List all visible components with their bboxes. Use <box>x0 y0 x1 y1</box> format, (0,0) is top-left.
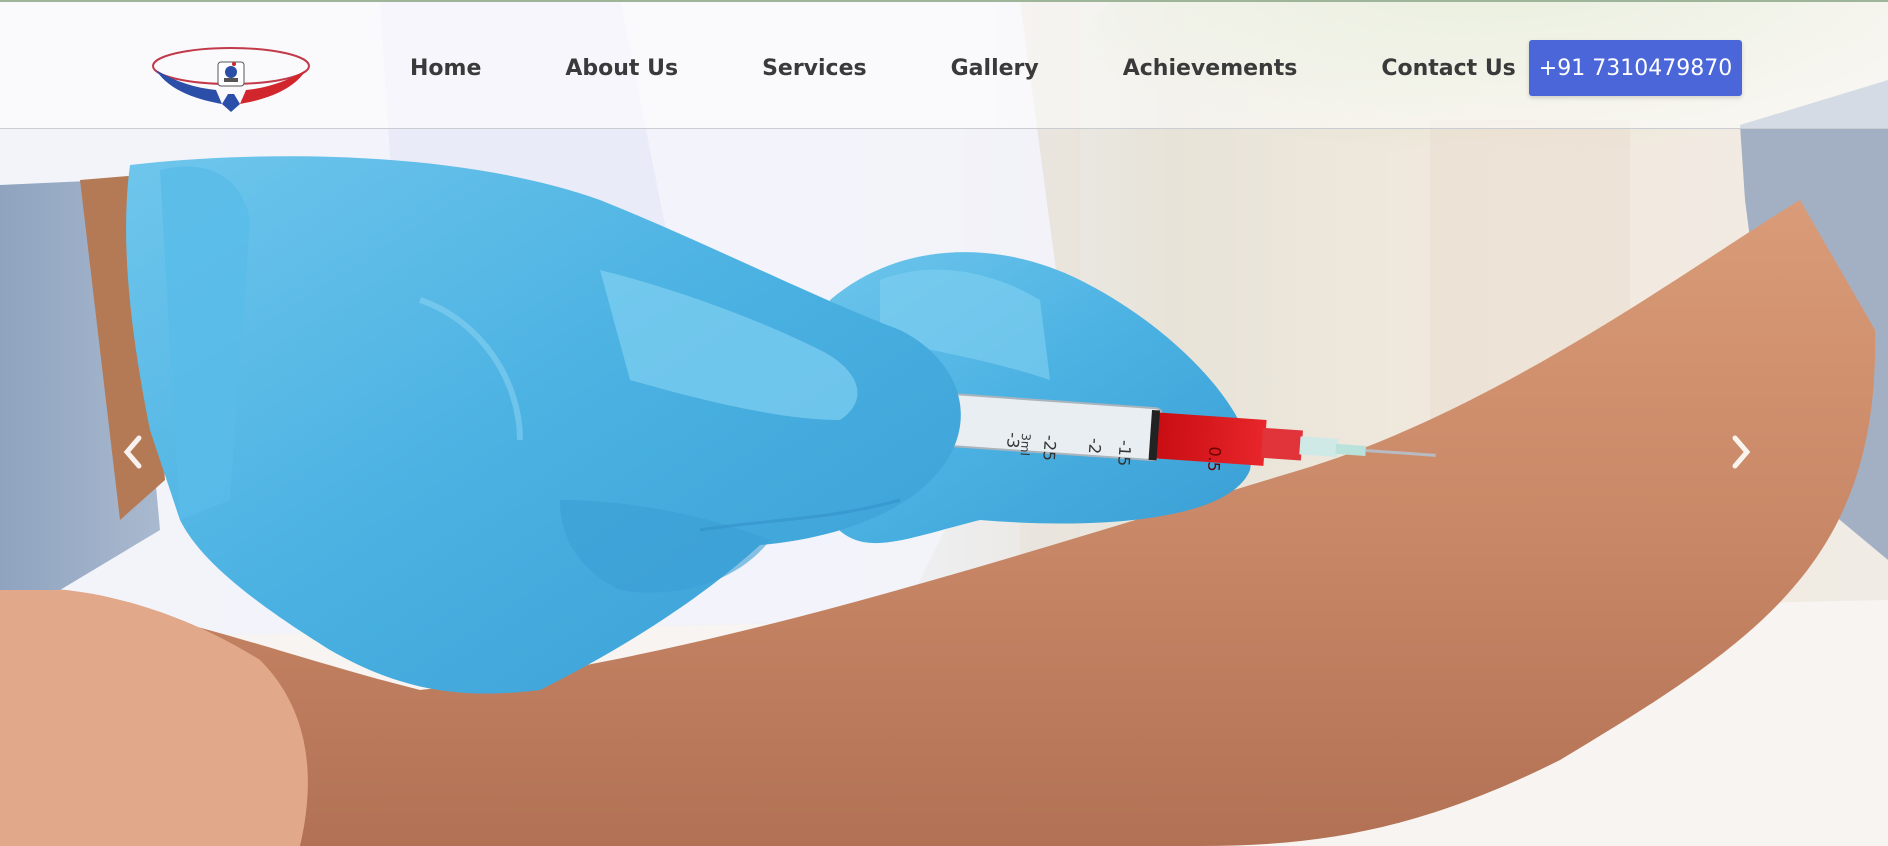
carousel-next-button[interactable] <box>1722 432 1762 472</box>
nav-services[interactable]: Services <box>762 56 867 81</box>
nav-about-us[interactable]: About Us <box>565 56 678 81</box>
nav-achievements[interactable]: Achievements <box>1123 56 1298 81</box>
nav-contact-us[interactable]: Contact Us <box>1381 56 1515 81</box>
phone-call-button[interactable]: +91 7310479870 <box>1529 40 1742 96</box>
site-logo[interactable] <box>150 44 312 112</box>
svg-text:-15: -15 <box>1114 440 1135 467</box>
site-header: Home About Us Services Gallery Achieveme… <box>0 0 1888 129</box>
nav-home[interactable]: Home <box>410 56 481 81</box>
carousel-prev-button[interactable] <box>112 432 152 472</box>
main-nav: Home About Us Services Gallery Achieveme… <box>410 46 1516 90</box>
svg-text:0.5: 0.5 <box>1204 446 1225 473</box>
page: -15 -2 -25 -3 3ml 0.5 Home About Us Serv… <box>0 0 1888 846</box>
svg-text:3ml: 3ml <box>1018 433 1034 457</box>
chevron-left-icon <box>123 435 142 469</box>
svg-text:-2: -2 <box>1085 437 1105 454</box>
chevron-right-icon <box>1732 435 1751 469</box>
nav-gallery[interactable]: Gallery <box>951 56 1039 81</box>
hands-microscope-logo-icon <box>152 47 310 112</box>
svg-text:-25: -25 <box>1039 434 1060 461</box>
